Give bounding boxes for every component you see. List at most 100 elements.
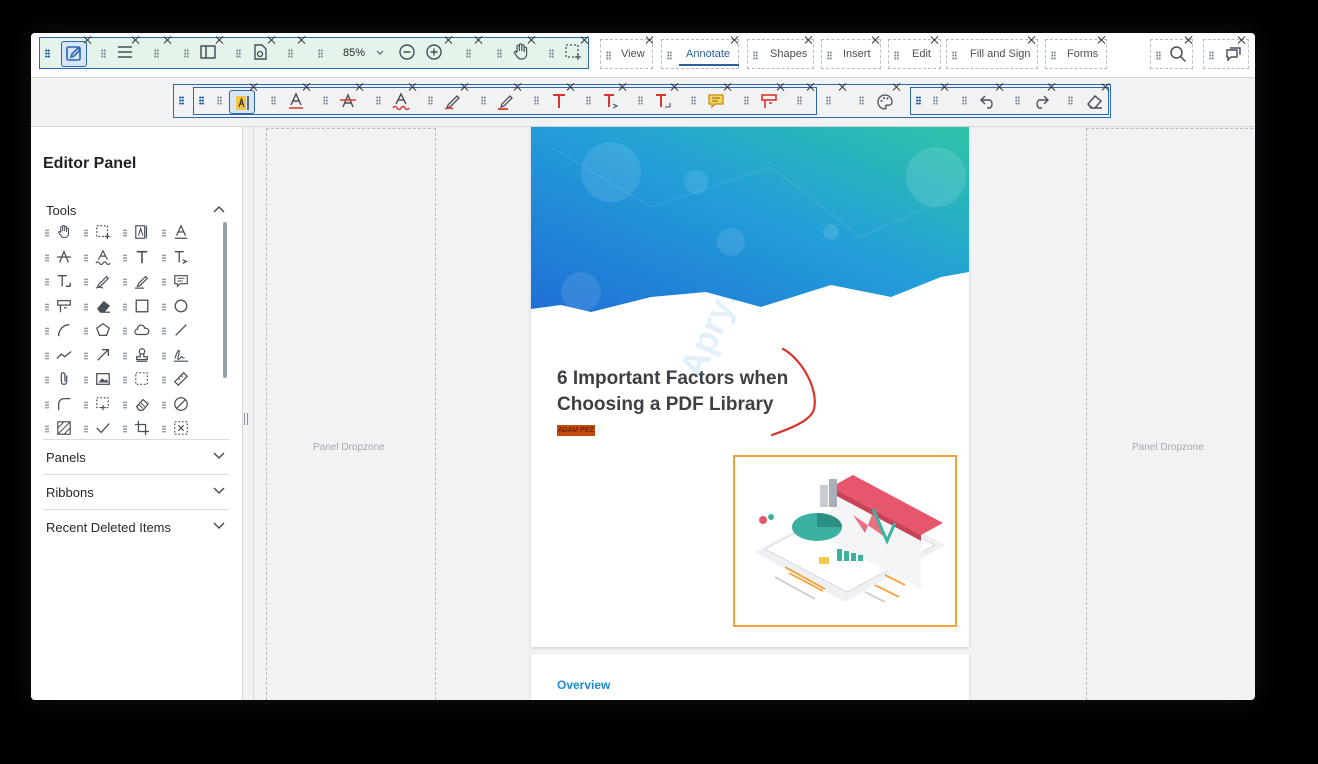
- tool-text-highlight[interactable]: [121, 222, 158, 244]
- remove-item-icon[interactable]: [216, 36, 224, 44]
- remove-item-icon[interactable]: [1098, 36, 1106, 44]
- tool-free-hand[interactable]: [82, 271, 119, 293]
- zoom-out-button[interactable]: [398, 43, 416, 61]
- remove-item-icon[interactable]: [839, 83, 847, 91]
- remove-item-icon[interactable]: [567, 83, 575, 91]
- color-palette-icon[interactable]: [876, 93, 894, 111]
- author-tag[interactable]: ADAM PEZ: [557, 425, 595, 436]
- remove-item-icon[interactable]: [84, 36, 92, 44]
- item-drag-handle[interactable]: [101, 49, 106, 58]
- tool-hatch[interactable]: [43, 418, 80, 438]
- remove-item-icon[interactable]: [941, 83, 949, 91]
- remove-item-icon[interactable]: [996, 83, 1004, 91]
- text-strikeout-icon[interactable]: [339, 92, 357, 110]
- tool-measure[interactable]: [160, 369, 197, 391]
- remove-item-icon[interactable]: [619, 83, 627, 91]
- tool-file-attachment[interactable]: [43, 369, 80, 391]
- accordion-ribbons[interactable]: Ribbons: [43, 474, 229, 509]
- remove-item-icon[interactable]: [1238, 36, 1246, 44]
- item-drag-handle[interactable]: [318, 49, 323, 58]
- redo-icon[interactable]: [1032, 93, 1050, 109]
- item-drag-handle[interactable]: [184, 49, 189, 58]
- group-drag-handle[interactable]: [45, 49, 50, 58]
- remove-item-icon[interactable]: [514, 83, 522, 91]
- image-annotation-frame[interactable]: [733, 455, 957, 627]
- tool-cloud[interactable]: [121, 320, 158, 342]
- remove-item-icon[interactable]: [671, 83, 679, 91]
- item-drag-handle[interactable]: [1051, 51, 1056, 60]
- add-text-icon[interactable]: [654, 92, 672, 110]
- tool-eraser[interactable]: [82, 296, 119, 318]
- item-drag-handle[interactable]: [753, 51, 758, 60]
- remove-item-icon[interactable]: [132, 36, 140, 44]
- tab-fill-and-sign[interactable]: Fill and Sign: [946, 39, 1038, 69]
- remove-item-icon[interactable]: [581, 36, 589, 44]
- item-drag-handle[interactable]: [236, 49, 241, 58]
- tool-signature[interactable]: [160, 345, 197, 367]
- item-drag-handle[interactable]: [549, 49, 554, 58]
- tool-free-text[interactable]: [121, 247, 158, 269]
- tool-image[interactable]: [82, 369, 119, 391]
- item-drag-handle[interactable]: [952, 51, 957, 60]
- ribbon-drag-handle[interactable]: [179, 96, 184, 105]
- tool-delete-area[interactable]: [160, 418, 197, 438]
- tool-polyline[interactable]: [43, 345, 80, 367]
- remove-item-icon[interactable]: [872, 36, 880, 44]
- remove-item-icon[interactable]: [646, 36, 654, 44]
- file-search-button[interactable]: [252, 43, 268, 61]
- remove-item-icon[interactable]: [807, 83, 815, 91]
- remove-item-icon[interactable]: [461, 83, 469, 91]
- zoom-in-button[interactable]: [425, 43, 443, 61]
- remove-item-icon[interactable]: [164, 36, 172, 44]
- tool-arc-measure[interactable]: [43, 394, 80, 416]
- item-drag-handle[interactable]: [638, 96, 643, 105]
- remove-item-icon[interactable]: [777, 83, 785, 91]
- item-drag-handle[interactable]: [933, 96, 938, 105]
- tool-polygon[interactable]: [82, 320, 119, 342]
- tab-shapes[interactable]: Shapes: [747, 39, 814, 69]
- free-text-icon[interactable]: [550, 92, 568, 110]
- remove-item-icon[interactable]: [303, 83, 311, 91]
- tool-line[interactable]: [160, 320, 197, 342]
- item-drag-handle[interactable]: [606, 51, 611, 60]
- item-drag-handle[interactable]: [894, 51, 899, 60]
- tool-sticky-note[interactable]: [160, 271, 197, 293]
- document-page-2[interactable]: Overview: [531, 654, 969, 700]
- remove-item-icon[interactable]: [1028, 36, 1036, 44]
- tool-marquee[interactable]: [82, 222, 119, 244]
- item-drag-handle[interactable]: [859, 96, 864, 105]
- accordion-panels[interactable]: Panels: [43, 439, 229, 474]
- remove-item-icon[interactable]: [445, 36, 453, 44]
- text-highlight-tool[interactable]: [229, 90, 255, 114]
- remove-item-icon[interactable]: [724, 83, 732, 91]
- text-squiggly-icon[interactable]: [392, 92, 410, 110]
- remove-item-icon[interactable]: [268, 36, 276, 44]
- tool-arc[interactable]: [43, 320, 80, 342]
- item-drag-handle[interactable]: [1015, 96, 1020, 105]
- free-hand-icon[interactable]: [444, 92, 462, 110]
- tool-ellipse[interactable]: [160, 296, 197, 318]
- item-drag-handle[interactable]: [797, 96, 802, 105]
- tool-text-underline[interactable]: [160, 222, 197, 244]
- toggle-editor-panel-button[interactable]: [61, 41, 87, 67]
- remove-item-icon[interactable]: [298, 36, 306, 44]
- item-drag-handle[interactable]: [826, 96, 831, 105]
- tool-squiggly[interactable]: [82, 247, 119, 269]
- item-drag-handle[interactable]: [288, 49, 293, 58]
- free-hand-highlight-icon[interactable]: [497, 92, 515, 110]
- remove-item-icon[interactable]: [475, 36, 483, 44]
- remove-item-icon[interactable]: [356, 83, 364, 91]
- group-drag-handle[interactable]: [199, 96, 204, 105]
- item-drag-handle[interactable]: [466, 49, 471, 58]
- eraser-icon[interactable]: [1085, 92, 1103, 110]
- tool-rectangle[interactable]: [121, 296, 158, 318]
- tool-add-text[interactable]: [43, 271, 80, 293]
- item-drag-handle[interactable]: [827, 51, 832, 60]
- item-drag-handle[interactable]: [586, 96, 591, 105]
- tool-prohibited[interactable]: [160, 394, 197, 416]
- item-drag-handle[interactable]: [1156, 51, 1161, 60]
- accordion-recent-deleted-items[interactable]: Recent Deleted Items: [43, 509, 229, 544]
- item-drag-handle[interactable]: [217, 96, 222, 105]
- item-drag-handle[interactable]: [271, 96, 276, 105]
- remove-item-icon[interactable]: [250, 83, 258, 91]
